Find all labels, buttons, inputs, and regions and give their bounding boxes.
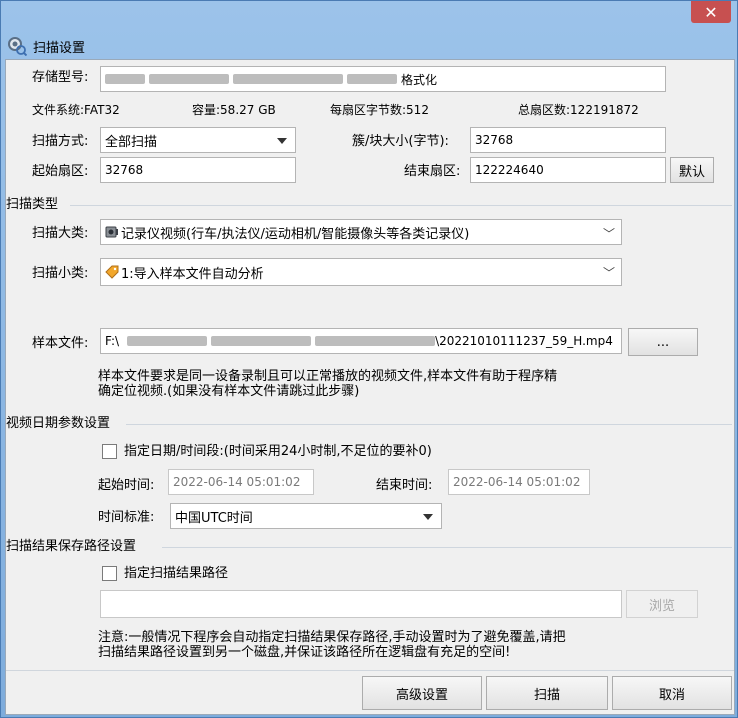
scan-mode-label: 扫描方式: xyxy=(32,134,89,149)
date-range-check-label: 指定日期/时间段:(时间采用24小时制,不足位的要补0) xyxy=(124,444,432,459)
sample-browse-button[interactable]: ... xyxy=(628,328,698,356)
capacity-info: 容量:58.27 GB xyxy=(192,102,276,118)
sample-file-prefix: F:\ xyxy=(105,334,120,348)
start-time-field[interactable]: 2022-06-14 05:01:02 xyxy=(168,469,314,495)
gear-magnifier-icon xyxy=(8,37,27,56)
group-divider xyxy=(126,424,732,425)
sample-file-field[interactable]: F:\ \20221010111237_59_H.mp4 xyxy=(100,328,622,354)
storage-model-value: 格式化 xyxy=(401,72,438,87)
fs-label: 文件系统: xyxy=(32,103,85,117)
cluster-size-label: 簇/块大小(字节): xyxy=(352,134,449,149)
start-sector-label: 起始扇区: xyxy=(32,164,89,179)
end-time-field[interactable]: 2022-06-14 05:01:02 xyxy=(448,469,590,495)
sample-note: 样本文件要求是同一设备录制且可以正常播放的视频文件,样本文件有助于程序精 确定位… xyxy=(98,369,557,399)
redacted-mask xyxy=(105,74,145,84)
redacted-mask xyxy=(315,336,436,346)
group-divider xyxy=(162,547,732,548)
scan-major-value: 记录仪视频(行车/执法仪/运动相机/智能摄像头等各类记录仪) xyxy=(121,226,470,242)
redacted-mask xyxy=(211,336,312,346)
result-path-checkbox[interactable] xyxy=(102,566,117,581)
fs-value: FAT32 xyxy=(84,103,120,117)
bytes-per-sector-label: 每扇区字节数: xyxy=(330,103,407,117)
start-time-value: 2022-06-14 05:01:02 xyxy=(173,475,301,489)
dropdown-arrow-icon xyxy=(277,138,287,144)
dropdown-arrow-icon xyxy=(423,514,433,520)
sample-file-suffix: \20221010111237_59_H.mp4 xyxy=(435,334,613,348)
result-note-line1: 注意:一般情况下程序会自动指定扫描结果保存路径,手动设置时为了避免覆盖,请把 xyxy=(98,630,566,645)
result-path-check-label: 指定扫描结果路径 xyxy=(124,566,229,581)
start-time-label: 起始时间: xyxy=(98,478,155,493)
end-sector-label: 结束扇区: xyxy=(404,164,461,179)
end-sector-field[interactable]: 122224640 xyxy=(470,157,666,183)
video-date-group-label: 视频日期参数设置 xyxy=(6,416,111,431)
cluster-size-value: 32768 xyxy=(475,133,514,147)
result-browse-button[interactable]: 浏览 xyxy=(626,590,698,618)
sample-note-line2: 确定位视频.(如果没有样本文件请跳过此步骤) xyxy=(98,384,360,399)
bytes-per-sector-value: 512 xyxy=(406,103,429,117)
scan-minor-label: 扫描小类: xyxy=(32,266,89,281)
scan-button[interactable]: 扫描 xyxy=(486,676,608,710)
result-note-line2: 扫描结果路径设置到另一个磁盘,并保证该路径所在逻辑盘有充足的空间! xyxy=(98,645,511,660)
window-title: 扫描设置 xyxy=(33,40,86,56)
start-sector-value: 32768 xyxy=(105,163,144,177)
timezone-label: 时间标准: xyxy=(98,510,155,525)
result-path-field[interactable] xyxy=(100,590,622,618)
timezone-select[interactable]: 中国UTC时间 xyxy=(170,503,442,529)
bytes-per-sector-info: 每扇区字节数:512 xyxy=(330,102,429,118)
total-sectors-label: 总扇区数: xyxy=(518,103,571,117)
result-path-group-label: 扫描结果保存路径设置 xyxy=(6,539,137,554)
start-sector-field[interactable]: 32768 xyxy=(100,157,296,183)
end-time-value: 2022-06-14 05:01:02 xyxy=(453,475,581,489)
total-sectors-info: 总扇区数:122191872 xyxy=(518,102,639,118)
redacted-mask xyxy=(127,336,208,346)
group-divider xyxy=(70,205,732,206)
date-range-checkbox[interactable] xyxy=(102,444,117,459)
capacity-label: 容量: xyxy=(192,103,221,117)
scan-type-group-label: 扫描类型 xyxy=(6,197,59,212)
scan-settings-window: ✕ 扫描设置 存储型号: 格式化 文件系统:FAT32 容量:58.27 GB … xyxy=(0,0,738,718)
title-bar: 扫描设置 xyxy=(7,35,85,57)
end-sector-value: 122224640 xyxy=(475,163,544,177)
chevron-down-icon: ﹀ xyxy=(602,227,615,241)
total-sectors-value: 122191872 xyxy=(570,103,639,117)
redacted-mask xyxy=(347,74,397,84)
end-time-label: 结束时间: xyxy=(376,478,433,493)
scan-mode-select[interactable]: 全部扫描 xyxy=(100,127,296,153)
cluster-size-field[interactable]: 32768 xyxy=(470,127,666,153)
capacity-value: 58.27 GB xyxy=(220,103,276,117)
dialog-body: 存储型号: 格式化 文件系统:FAT32 容量:58.27 GB 每扇区字节数:… xyxy=(5,59,735,715)
recorder-icon xyxy=(105,226,118,238)
fs-info: 文件系统:FAT32 xyxy=(32,102,120,118)
tag-icon xyxy=(105,265,119,279)
sample-note-line1: 样本文件要求是同一设备录制且可以正常播放的视频文件,样本文件有助于程序精 xyxy=(98,369,558,384)
close-button[interactable]: ✕ xyxy=(691,1,731,23)
scan-minor-select[interactable]: 1:导入样本文件自动分析 ﹀ xyxy=(100,258,622,286)
scan-major-select[interactable]: 记录仪视频(行车/执法仪/运动相机/智能摄像头等各类记录仪) ﹀ xyxy=(100,219,622,245)
timezone-value: 中国UTC时间 xyxy=(175,510,253,526)
advanced-settings-button[interactable]: 高级设置 xyxy=(362,676,482,710)
scan-minor-value: 1:导入样本文件自动分析 xyxy=(121,266,264,282)
scan-mode-value: 全部扫描 xyxy=(105,134,158,150)
redacted-mask xyxy=(149,74,229,84)
close-icon: ✕ xyxy=(704,2,718,22)
scan-major-label: 扫描大类: xyxy=(32,226,89,241)
cancel-button[interactable]: 取消 xyxy=(612,676,732,710)
chevron-down-icon: ﹀ xyxy=(602,266,615,280)
sample-file-label: 样本文件: xyxy=(32,336,89,351)
default-button[interactable]: 默认 xyxy=(670,157,714,183)
storage-model-field[interactable]: 格式化 xyxy=(100,66,666,92)
result-path-note: 注意:一般情况下程序会自动指定扫描结果保存路径,手动设置时为了避免覆盖,请把 扫… xyxy=(98,630,566,660)
redacted-mask xyxy=(233,74,343,84)
footer-divider xyxy=(6,670,734,671)
storage-model-label: 存储型号: xyxy=(32,70,89,85)
